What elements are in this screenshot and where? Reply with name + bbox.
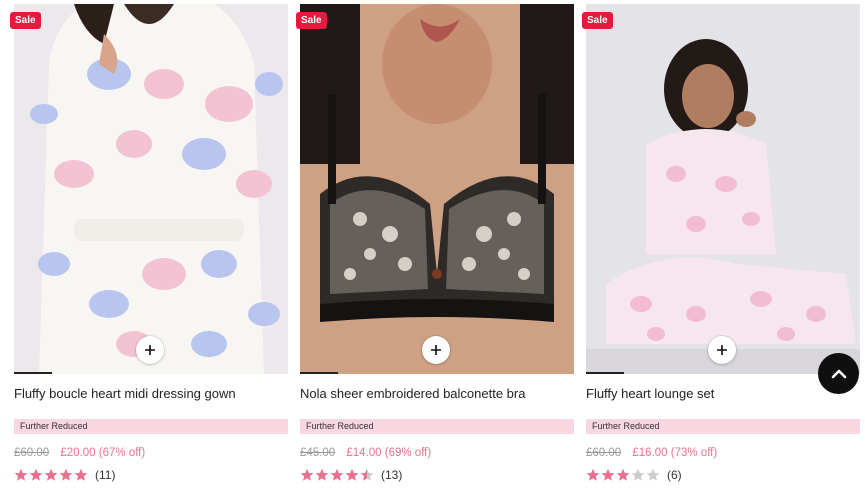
product-title[interactable]: Nola sheer embroidered balconette bra — [300, 386, 525, 401]
star-icon — [616, 468, 630, 481]
star-icon — [601, 468, 615, 481]
product-price: £60.00 £20.00 (67% off) — [14, 447, 145, 459]
plus-icon — [431, 345, 441, 355]
product-rating[interactable]: (6) — [586, 468, 682, 482]
product-price: £45.00 £14.00 (69% off) — [300, 447, 431, 459]
product-card[interactable]: Sale Nola sheer embroidered balconette b… — [296, 0, 574, 488]
star-icon — [59, 468, 73, 481]
image-indicator — [14, 372, 52, 374]
image-indicator — [300, 372, 338, 374]
rating-stars — [300, 468, 375, 482]
add-to-bag-button[interactable] — [136, 336, 164, 364]
add-to-bag-button[interactable] — [708, 336, 736, 364]
product-card[interactable]: Sale Fluffy boucle heart midi dressing g… — [10, 0, 288, 488]
product-image[interactable] — [14, 4, 288, 374]
star-icon — [315, 468, 329, 481]
star-icon — [631, 468, 645, 481]
star-icon — [345, 468, 359, 481]
product-card[interactable]: Sale Fluffy heart lounge set Further Red… — [582, 0, 860, 488]
back-to-top-button[interactable] — [818, 353, 859, 394]
bra-photo — [300, 4, 574, 374]
now-price: £20.00 (67% off) — [60, 447, 146, 459]
promo-badge: Further Reduced — [300, 419, 574, 434]
product-title[interactable]: Fluffy heart lounge set — [586, 386, 714, 401]
sale-badge: Sale — [582, 12, 613, 29]
rating-stars — [14, 468, 89, 482]
dressing-gown-photo — [14, 4, 288, 374]
lounge-set-photo — [586, 4, 860, 374]
chevron-up-icon — [831, 369, 846, 378]
was-price: £60.00 — [586, 447, 622, 459]
product-price: £60.00 £16.00 (73% off) — [586, 447, 717, 459]
star-icon — [14, 468, 28, 481]
image-indicator — [586, 372, 624, 374]
sale-badge: Sale — [10, 12, 41, 29]
promo-badge: Further Reduced — [14, 419, 288, 434]
promo-badge: Further Reduced — [586, 419, 860, 434]
product-rating[interactable]: (11) — [14, 468, 115, 482]
star-icon — [300, 468, 314, 481]
was-price: £60.00 — [14, 447, 50, 459]
star-icon — [646, 468, 660, 481]
star-icon — [29, 468, 43, 481]
product-image[interactable] — [300, 4, 574, 374]
product-image[interactable] — [586, 4, 860, 374]
star-icon — [44, 468, 58, 481]
rating-stars — [586, 468, 661, 482]
star-icon — [74, 468, 88, 481]
now-price: £14.00 (69% off) — [346, 447, 432, 459]
plus-icon — [717, 345, 727, 355]
star-icon — [330, 468, 344, 481]
sale-badge: Sale — [296, 12, 327, 29]
star-icon — [360, 468, 374, 481]
review-count: (13) — [381, 468, 403, 482]
plus-icon — [145, 345, 155, 355]
star-icon — [586, 468, 600, 481]
add-to-bag-button[interactable] — [422, 336, 450, 364]
now-price: £16.00 (73% off) — [632, 447, 718, 459]
product-title[interactable]: Fluffy boucle heart midi dressing gown — [14, 386, 236, 401]
review-count: (6) — [667, 468, 682, 482]
review-count: (11) — [95, 468, 116, 482]
was-price: £45.00 — [300, 447, 336, 459]
product-grid: Sale Fluffy boucle heart midi dressing g… — [0, 0, 865, 488]
product-rating[interactable]: (13) — [300, 468, 402, 482]
